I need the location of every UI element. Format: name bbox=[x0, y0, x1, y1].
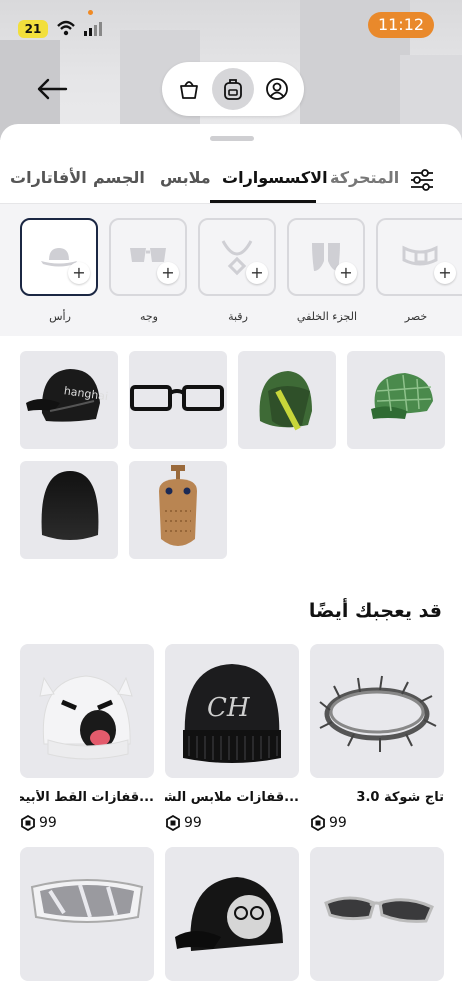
recommendations-title: قد يعجبك أيضًا bbox=[308, 600, 442, 622]
tab-body[interactable]: الجسم bbox=[93, 168, 145, 187]
mode-switcher bbox=[162, 62, 304, 116]
subcategory-label: رأس bbox=[49, 310, 71, 323]
svg-text:CH: CH bbox=[207, 693, 251, 723]
recommended-item-card[interactable] bbox=[310, 847, 444, 981]
ski-goggles-icon bbox=[30, 879, 144, 923]
subcategory-label: الجزء الخلفي bbox=[296, 310, 358, 323]
add-icon: + bbox=[434, 262, 456, 284]
owned-item-tile[interactable] bbox=[129, 351, 227, 449]
status-bar: 21 11:12 bbox=[0, 10, 462, 40]
tab-animations[interactable]: المتحركة bbox=[330, 168, 399, 187]
arrow-left-icon[interactable] bbox=[36, 76, 68, 102]
recommended-item-card[interactable]: CH ...قفازات ملابس الشوار 99 bbox=[165, 644, 299, 831]
category-tabs: الأفاتارات الجسم ملابس الاكسسوارات المتح… bbox=[0, 160, 462, 204]
subcategory-waist[interactable]: + خصر bbox=[376, 218, 462, 323]
subcategory-face[interactable]: + وجه bbox=[109, 218, 189, 323]
recommended-item-card[interactable]: ...قفازات القط الأبيض 99 bbox=[20, 644, 154, 831]
add-icon: + bbox=[335, 262, 357, 284]
silver-sunglasses-icon bbox=[324, 896, 434, 923]
item-price: 99 bbox=[310, 815, 444, 831]
green-hood-icon bbox=[259, 371, 312, 431]
black-hair-icon bbox=[41, 471, 99, 540]
recommended-item-card[interactable] bbox=[20, 847, 154, 981]
price-value: 99 bbox=[329, 815, 347, 831]
recommended-item-card[interactable]: تاج شوكة 3.0 99 bbox=[310, 644, 444, 831]
avatar-segment-button[interactable] bbox=[256, 68, 298, 110]
white-ghost-beanie-icon bbox=[39, 675, 133, 760]
robux-icon bbox=[311, 815, 325, 831]
battery-indicator: 21 bbox=[18, 20, 48, 38]
cellular-signal-icon bbox=[84, 22, 102, 36]
add-icon: + bbox=[68, 262, 90, 284]
robux-icon bbox=[166, 815, 180, 831]
item-name: ...قفازات القط الأبيض bbox=[20, 790, 154, 805]
thorn-crown-icon bbox=[319, 675, 437, 752]
shanghai-cap-icon: hanghai bbox=[26, 369, 109, 422]
wifi-icon bbox=[57, 20, 75, 36]
tab-avatars[interactable]: الأفاتارات bbox=[10, 168, 87, 187]
add-icon: + bbox=[157, 262, 179, 284]
subcategory-back[interactable]: + الجزء الخلفي bbox=[287, 218, 367, 323]
subcategory-row: + رأس + وجه + رقبة + الجزء الخلفي + خصر bbox=[0, 204, 462, 336]
add-icon: + bbox=[246, 262, 268, 284]
tab-clothing[interactable]: ملابس bbox=[160, 168, 211, 187]
activity-dot bbox=[88, 10, 93, 15]
subcategory-head[interactable]: + رأس bbox=[20, 218, 100, 323]
inventory-segment-button[interactable] bbox=[212, 68, 254, 110]
subcategory-neck[interactable]: + رقبة bbox=[198, 218, 278, 323]
item-price: 99 bbox=[20, 815, 154, 831]
cat-cap-icon bbox=[175, 877, 283, 951]
price-value: 99 bbox=[184, 815, 202, 831]
robux-icon bbox=[21, 815, 35, 831]
subcategory-label: وجه bbox=[139, 310, 158, 323]
tab-accessories[interactable]: الاكسسوارات bbox=[222, 168, 328, 187]
subcategory-label: رقبة bbox=[228, 310, 248, 323]
leather-mask-icon bbox=[159, 465, 197, 546]
inventory-sheet: الأفاتارات الجسم ملابس الاكسسوارات المتح… bbox=[0, 124, 462, 1000]
price-value: 99 bbox=[39, 815, 57, 831]
owned-item-tile[interactable] bbox=[347, 351, 445, 449]
recommended-item-card[interactable] bbox=[165, 847, 299, 981]
sheet-drag-handle[interactable] bbox=[210, 136, 254, 141]
owned-item-tile[interactable] bbox=[20, 461, 118, 559]
shop-segment-button[interactable] bbox=[168, 68, 210, 110]
shopping-bag-icon bbox=[180, 81, 198, 99]
clock[interactable]: 11:12 bbox=[368, 12, 434, 38]
item-name: ...قفازات ملابس الشوار bbox=[165, 790, 299, 805]
item-name: تاج شوكة 3.0 bbox=[356, 790, 444, 805]
green-plaid-cap-icon bbox=[371, 373, 433, 419]
filter-sliders-icon[interactable] bbox=[408, 166, 436, 194]
owned-item-tile[interactable] bbox=[129, 461, 227, 559]
black-ch-beanie-icon: CH bbox=[183, 664, 281, 763]
black-glasses-icon bbox=[130, 385, 224, 411]
subcategory-label: خصر bbox=[404, 310, 428, 323]
owned-item-tile[interactable] bbox=[238, 351, 336, 449]
owned-item-tile[interactable]: hanghai bbox=[20, 351, 118, 449]
item-price: 99 bbox=[165, 815, 299, 831]
avatar-icon bbox=[266, 78, 288, 100]
backpack-icon bbox=[224, 79, 242, 100]
